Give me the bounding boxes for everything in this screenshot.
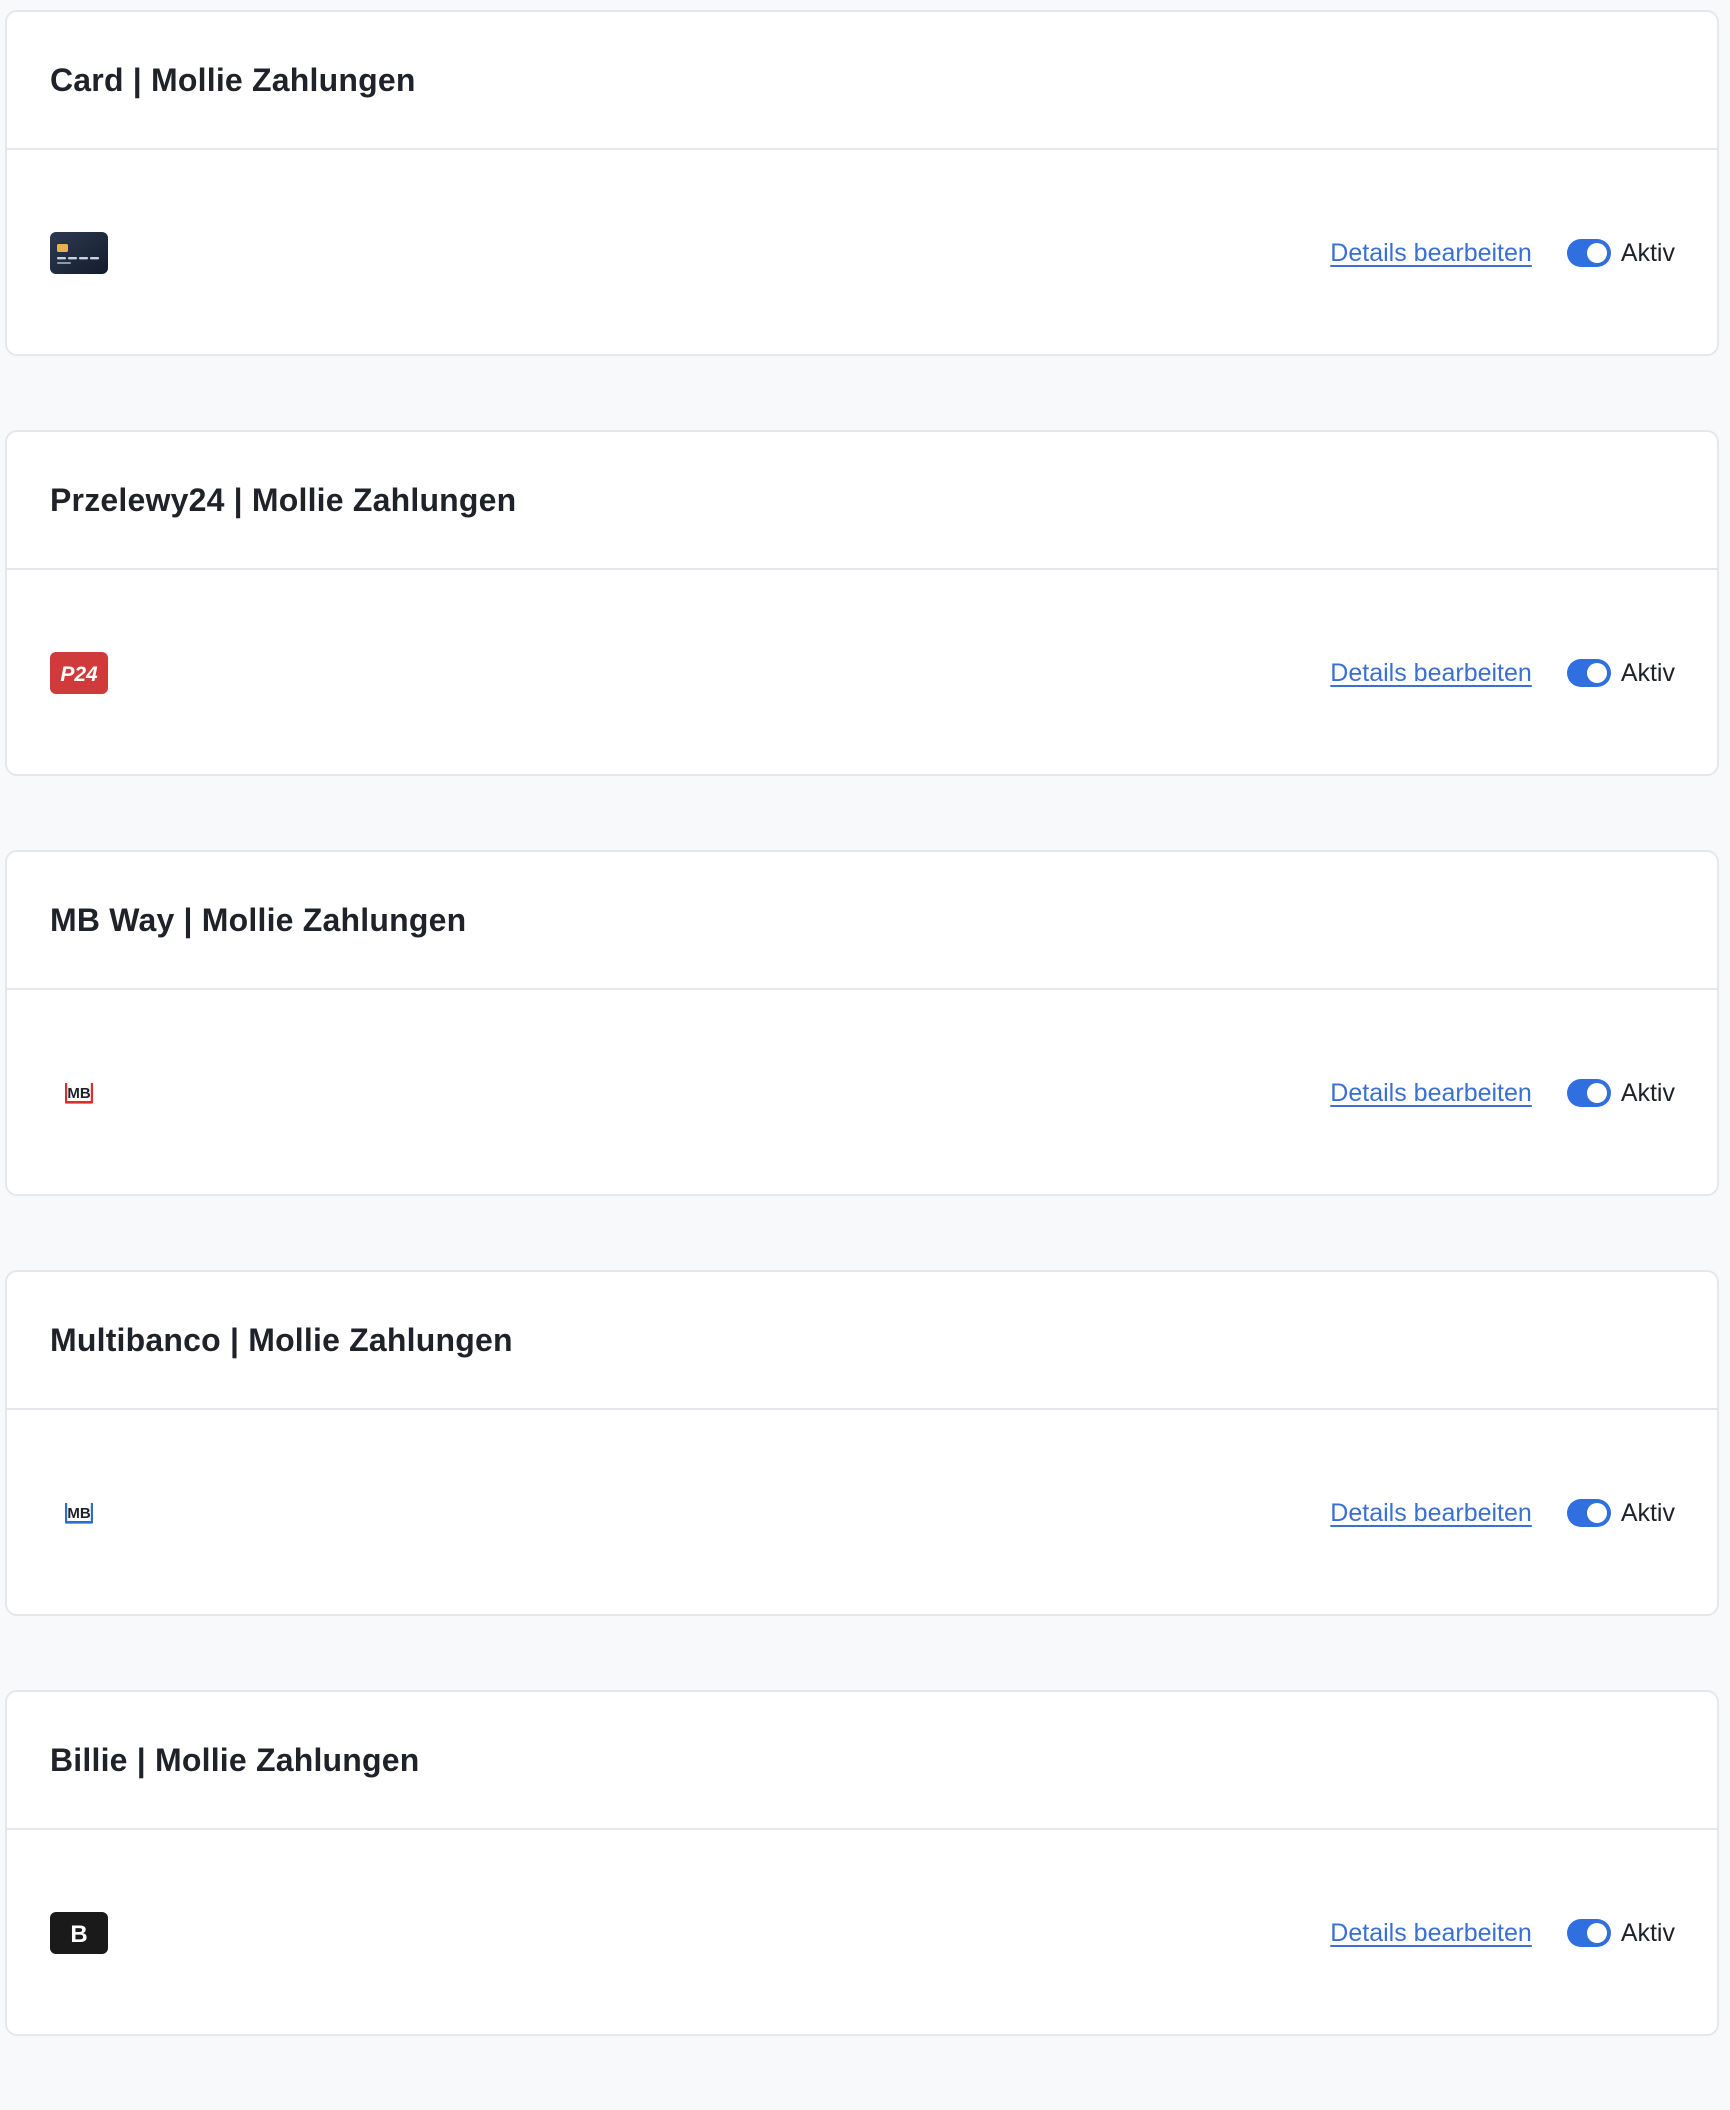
payment-method-card-billie: Billie | Mollie Zahlungen B Details bear… [5,1690,1719,2036]
card-body: P24 Details bearbeiten Aktiv [7,570,1717,774]
active-toggle[interactable] [1566,1919,1611,1947]
details-edit-link[interactable]: Details bearbeiten [1330,1079,1532,1108]
card-title: Card | Mollie Zahlungen [50,61,416,98]
card-header: MB Way | Mollie Zahlungen [7,852,1717,990]
p24-logo-icon: P24 [50,652,108,694]
active-toggle[interactable] [1566,1079,1611,1107]
card-title: Billie | Mollie Zahlungen [50,1741,420,1778]
toggle-knob [1586,1083,1607,1103]
toggle-knob [1586,1923,1607,1943]
billie-logo-text: B [70,1921,87,1948]
payment-method-card-card: Card | Mollie Zahlungen Details bearbeit… [5,10,1719,356]
card-header: Card | Mollie Zahlungen [7,12,1717,150]
card-title: Przelewy24 | Mollie Zahlungen [50,481,517,518]
status-label: Aktiv [1620,1918,1675,1947]
card-header: Billie | Mollie Zahlungen [7,1692,1717,1830]
active-toggle[interactable] [1566,1499,1611,1527]
details-edit-link[interactable]: Details bearbeiten [1330,1919,1532,1948]
card-body: MB Details bearbeiten Aktiv [7,990,1717,1194]
multibanco-logo-icon: MB [50,1492,108,1534]
payment-method-card-multibanco: Multibanco | Mollie Zahlungen MB Details… [5,1270,1719,1616]
card-body: MB Details bearbeiten Aktiv [7,1410,1717,1614]
details-edit-link[interactable]: Details bearbeiten [1330,659,1532,688]
status-label: Aktiv [1620,1078,1675,1107]
details-edit-link[interactable]: Details bearbeiten [1330,239,1532,268]
details-edit-link[interactable]: Details bearbeiten [1330,1499,1532,1528]
payment-method-card-mb-way: MB Way | Mollie Zahlungen MB Details bea… [5,850,1719,1196]
card-body: B Details bearbeiten Aktiv [7,1830,1717,2034]
mb-way-logo-text: MB [67,1085,90,1102]
active-toggle[interactable] [1566,659,1611,687]
multibanco-logo-text: MB [67,1505,90,1522]
card-title: MB Way | Mollie Zahlungen [50,901,467,938]
status-label: Aktiv [1620,658,1675,687]
status-label: Aktiv [1620,1498,1675,1527]
card-header: Przelewy24 | Mollie Zahlungen [7,432,1717,570]
billie-logo-icon: B [50,1912,108,1954]
payment-method-card-przelewy24: Przelewy24 | Mollie Zahlungen P24 Detail… [5,430,1719,776]
toggle-knob [1586,243,1607,263]
active-toggle[interactable] [1566,239,1611,267]
p24-logo-text: P24 [60,663,98,686]
toggle-knob [1586,1503,1607,1523]
card-title: Multibanco | Mollie Zahlungen [50,1321,513,1358]
card-header: Multibanco | Mollie Zahlungen [7,1272,1717,1410]
card-body: Details bearbeiten Aktiv [7,150,1717,354]
toggle-knob [1586,663,1607,683]
payment-method-list: Card | Mollie Zahlungen Details bearbeit… [5,10,1719,2110]
status-label: Aktiv [1620,238,1675,267]
mb-way-logo-icon: MB [50,1072,108,1114]
credit-card-icon [50,232,108,274]
